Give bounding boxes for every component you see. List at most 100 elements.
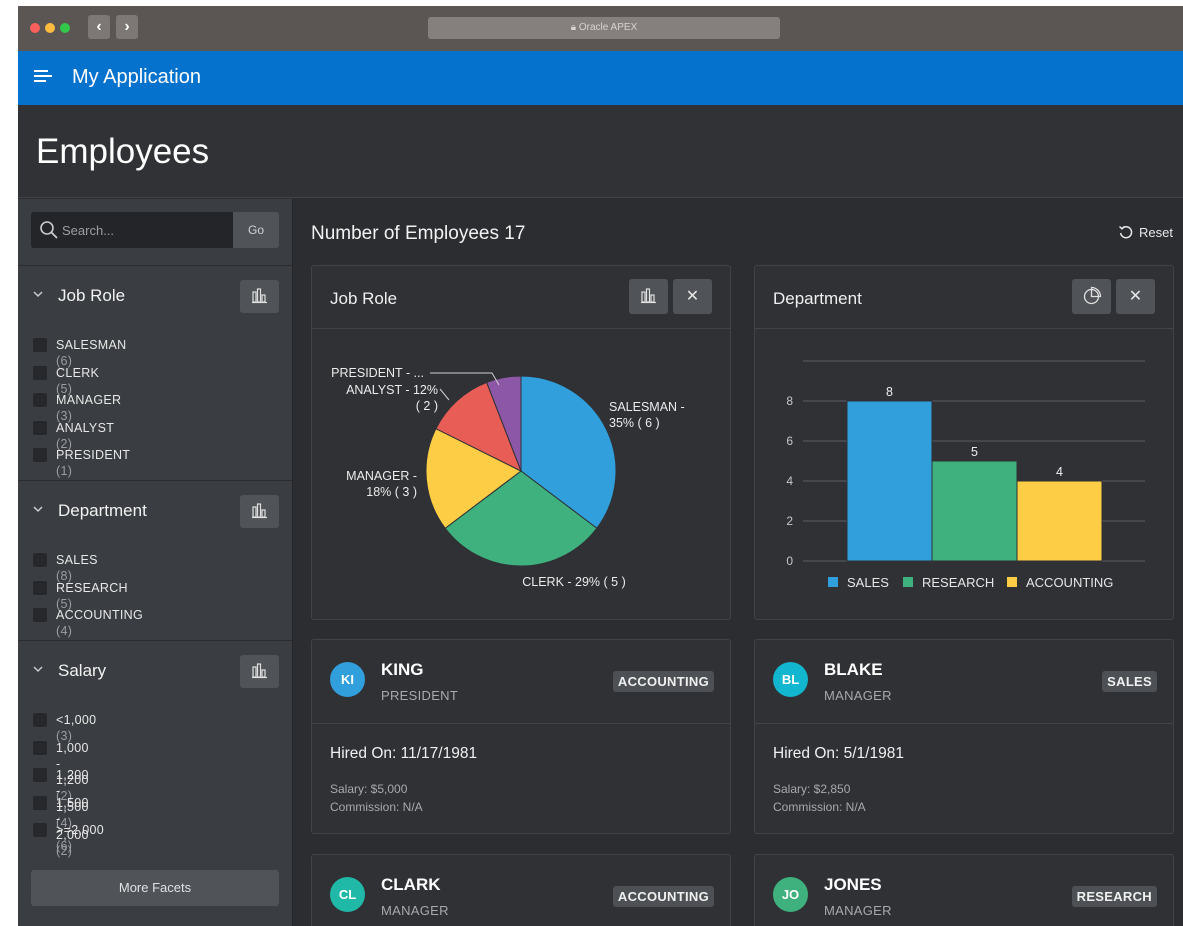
pie-leader-analyst — [439, 388, 450, 401]
card-header: Job Role ✕ — [312, 266, 730, 329]
facet-option-count: (1) — [56, 464, 73, 479]
facet-title[interactable]: Salary — [58, 661, 106, 681]
avatar: KI — [330, 662, 365, 697]
facet-checkbox[interactable] — [33, 553, 47, 567]
browser-toolbar: ‹ › 🔒︎ Oracle APEX — [18, 6, 1183, 51]
address-bar[interactable]: 🔒︎ Oracle APEX — [428, 17, 780, 39]
salary-text: Salary: $2,850 — [773, 782, 851, 796]
facet-option-label: SALES — [56, 553, 98, 567]
job-role-chart-card: Job Role ✕ PRESIDENT - ... ANALYST - 12%(… — [311, 265, 731, 620]
search-box — [31, 212, 233, 248]
commission-text: Commission: N/A — [773, 800, 866, 814]
chart-type-button[interactable] — [1072, 279, 1111, 314]
department-chart-card: Department ✕ 0 2 4 6 8 8 5 4 SALES RESEARCH ACCOUN… — [754, 265, 1174, 620]
facet-chart-button[interactable] — [240, 655, 279, 688]
main-content: Number of Employees 17 Reset Job Role ✕ … — [294, 199, 1183, 926]
chart-type-button[interactable] — [629, 279, 668, 314]
legend-label-sales: SALES — [847, 575, 889, 590]
bar-value-label: 5 — [971, 445, 978, 459]
employee-card[interactable]: BL BLAKE MANAGER SALES Hired On: 5/1/198… — [754, 639, 1174, 834]
facet-checkbox[interactable] — [33, 338, 47, 352]
y-tick-label: 0 — [786, 554, 793, 568]
bar-chart-icon — [252, 288, 267, 304]
legend-label-research: RESEARCH — [922, 575, 994, 590]
facet-option-label: >=2,000 — [56, 823, 104, 838]
facet-checkbox[interactable] — [33, 740, 47, 755]
bar-value-label: 8 — [886, 385, 893, 399]
employee-name: BLAKE — [824, 660, 883, 679]
close-chart-button[interactable]: ✕ — [673, 279, 712, 314]
legend-swatch-research — [903, 577, 913, 587]
facet-checkbox[interactable] — [33, 608, 47, 623]
facet-checkbox[interactable] — [33, 420, 47, 435]
minimize-window-button[interactable] — [45, 23, 55, 33]
y-tick-label: 4 — [786, 474, 793, 488]
facet-option-label: ACCOUNTING — [56, 608, 144, 623]
employee-role: PRESIDENT — [381, 688, 459, 703]
facet-checkbox[interactable] — [33, 768, 47, 783]
close-window-button[interactable] — [30, 23, 40, 33]
employee-card-header: CL CLARK MANAGER ACCOUNTING — [312, 855, 730, 926]
pie-label-manager: MANAGER -18% ( 3 ) — [346, 469, 417, 499]
legend-swatch-sales — [828, 577, 838, 587]
bar-accounting — [1016, 480, 1103, 562]
search-input[interactable] — [62, 212, 227, 248]
facet-sidebar: Go Job Role SALESMAN (6) CLERK (5) — [18, 199, 293, 926]
facet-chart-button[interactable] — [240, 495, 279, 528]
facet-salary: Salary <1,000 (3) 1,000 - 1,200 (2) 1,20… — [18, 640, 292, 860]
maximize-window-button[interactable] — [60, 23, 70, 33]
search-icon — [40, 221, 58, 239]
employee-role: MANAGER — [381, 903, 449, 918]
chevron-down-icon[interactable] — [31, 502, 45, 516]
chevron-down-icon[interactable] — [31, 662, 45, 676]
commission-text: Commission: N/A — [330, 800, 423, 814]
facet-checkbox[interactable] — [33, 713, 47, 727]
facet-checkbox[interactable] — [33, 448, 47, 463]
go-button[interactable]: Go — [233, 212, 279, 248]
facet-checkbox[interactable] — [33, 823, 47, 838]
employee-name: CLARK — [381, 875, 441, 894]
back-button[interactable]: ‹ — [88, 15, 110, 39]
salary-text: Salary: $5,000 — [330, 782, 408, 796]
page-title: Employees — [36, 132, 210, 171]
facet-checkbox[interactable] — [33, 365, 47, 380]
hired-date: Hired On: 5/1/1981 — [773, 745, 904, 762]
menu-icon[interactable] — [34, 70, 52, 86]
reset-button[interactable]: Reset — [1118, 224, 1173, 240]
facet-header: Department — [31, 495, 279, 528]
chevron-down-icon[interactable] — [31, 287, 45, 301]
employee-card[interactable]: KI KING PRESIDENT ACCOUNTING Hired On: 1… — [311, 639, 731, 834]
facet-checkbox[interactable] — [33, 580, 47, 595]
app-title[interactable]: My Application — [72, 66, 201, 89]
department-badge: ACCOUNTING — [612, 671, 714, 692]
facet-option-label: <1,000 — [56, 713, 97, 727]
pie-label-president: CLERK - 29% ( 5 ) — [522, 575, 626, 589]
employee-name: JONES — [824, 875, 882, 894]
employee-role: MANAGER — [824, 688, 892, 703]
facet-option-count: (4) — [56, 624, 73, 639]
avatar: CL — [330, 877, 365, 912]
employee-card[interactable]: JO JONES MANAGER RESEARCH — [754, 854, 1174, 926]
close-chart-button[interactable]: ✕ — [1116, 279, 1155, 314]
department-badge: SALES — [1102, 671, 1157, 692]
browser-window: ‹ › 🔒︎ Oracle APEX My Application Employ… — [18, 6, 1183, 926]
employee-card[interactable]: CL CLARK MANAGER ACCOUNTING — [311, 854, 731, 926]
facet-title[interactable]: Job Role — [58, 286, 125, 306]
facet-title[interactable]: Department — [58, 501, 147, 521]
facet-chart-button[interactable] — [240, 280, 279, 313]
more-facets-button[interactable]: More Facets — [31, 870, 279, 906]
lock-icon: 🔒︎ — [570, 22, 577, 33]
reset-label: Reset — [1139, 224, 1173, 240]
facet-checkbox[interactable] — [33, 393, 47, 408]
facet-checkbox[interactable] — [33, 795, 47, 810]
url-text: Oracle APEX — [578, 22, 638, 33]
bar-research — [931, 460, 1018, 562]
facet-job-role: Job Role SALESMAN (6) CLERK (5) MANAGER … — [18, 265, 292, 480]
facet-department: Department SALES (8) RESEARCH (5) ACCOUN… — [18, 480, 292, 640]
forward-button[interactable]: › — [116, 15, 138, 39]
facet-option-label: CLERK — [56, 365, 100, 380]
close-icon: ✕ — [685, 288, 700, 305]
window-controls — [30, 23, 70, 33]
employee-count-title: Number of Employees 17 — [311, 223, 526, 244]
page-title-bar: Employees — [18, 105, 1183, 198]
